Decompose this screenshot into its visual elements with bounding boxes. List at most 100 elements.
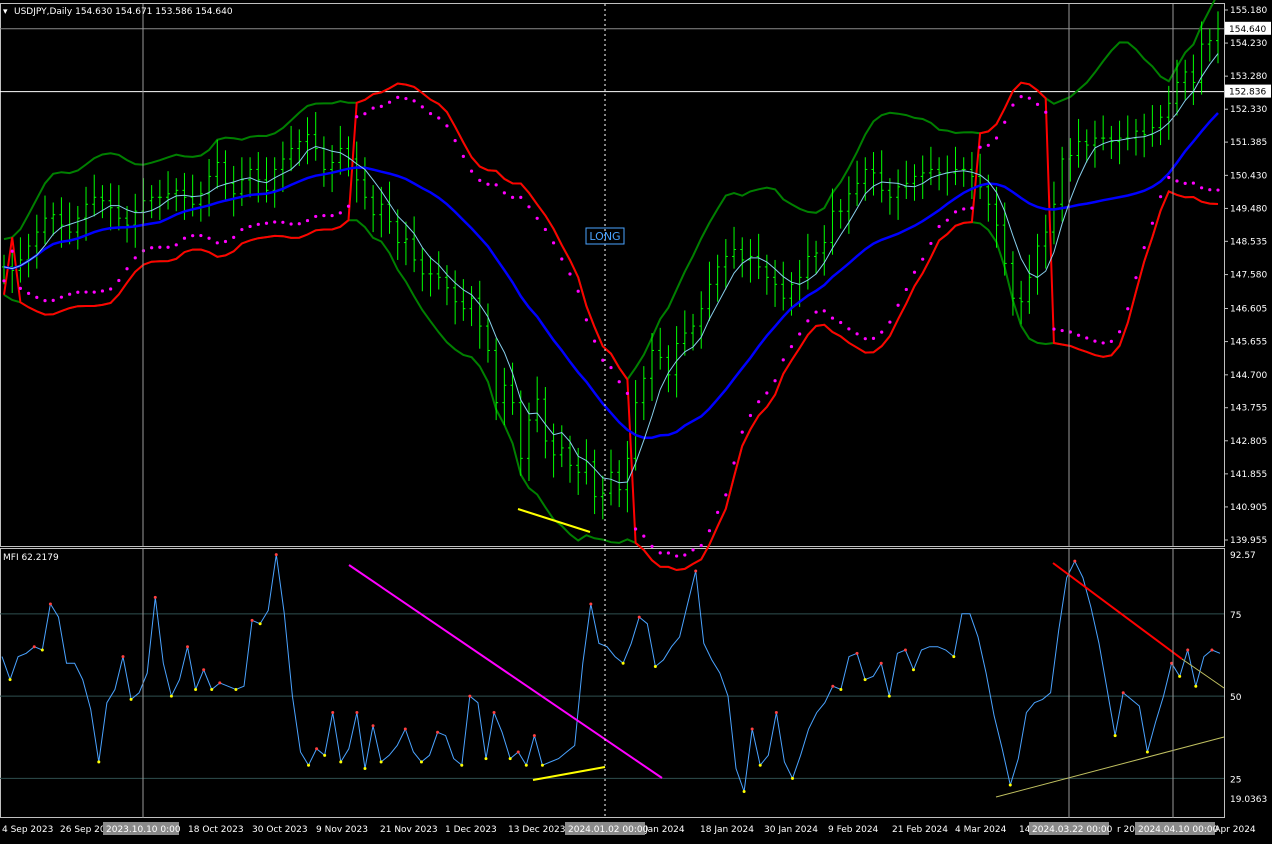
sar-dot — [1142, 245, 1146, 250]
sar-dot — [314, 214, 318, 219]
price-tick-label: 145.655 — [1230, 338, 1267, 348]
sar-dot — [371, 106, 375, 110]
sar-dot — [666, 551, 671, 555]
sar-dot — [1183, 181, 1187, 185]
price-tick-label: 146.605 — [1230, 305, 1267, 315]
sar-dot — [207, 236, 211, 240]
sar-dot — [847, 327, 851, 331]
sar-dot — [814, 310, 818, 314]
sar-dot — [830, 316, 835, 320]
x-tick-label: 30 Jan 2024 — [764, 825, 818, 835]
sar-dot — [1076, 333, 1081, 337]
sar-dot — [1191, 181, 1195, 185]
sar-dot — [904, 287, 908, 292]
mfi-peak — [250, 618, 254, 622]
sar-dot — [568, 272, 572, 276]
sar-dot — [76, 290, 80, 294]
mfi-header: MFI 62.2179 — [3, 553, 59, 563]
mfi-peak — [48, 602, 52, 606]
price-label: 154.640 — [1229, 25, 1266, 35]
sar-dot — [707, 529, 712, 533]
sar-dot — [921, 257, 925, 261]
mfi-peak — [774, 711, 778, 715]
sar-dot — [502, 191, 506, 195]
mfi-trough — [911, 668, 915, 672]
mfi-peak — [218, 681, 222, 685]
sar-dot — [1199, 186, 1204, 190]
mfi-trough — [1145, 750, 1149, 754]
sar-dot — [986, 143, 990, 147]
sar-dot — [461, 154, 465, 159]
sar-dot — [92, 290, 96, 294]
sar-dot — [453, 139, 457, 143]
sar-dot — [757, 400, 761, 404]
crosshair-date-label: 2024.01.02 00:00 — [568, 825, 649, 835]
sar-dot — [1085, 336, 1089, 340]
sar-dot — [125, 267, 129, 271]
mfi-trough — [258, 622, 262, 626]
sar-dot — [592, 339, 597, 343]
mfi-peak — [1210, 648, 1214, 652]
sar-dot — [478, 178, 482, 182]
mfi-trough — [653, 664, 657, 668]
x-tick-label: Jan 2024 — [644, 825, 685, 835]
price-tick-label: 140.905 — [1230, 503, 1267, 513]
sar-dot — [379, 104, 383, 108]
sar-dot — [994, 136, 999, 140]
sar-dot — [880, 330, 884, 334]
sar-dot — [330, 213, 334, 218]
mfi-trough — [790, 776, 794, 780]
mfi-tick-label: 92.57 — [1230, 551, 1256, 561]
price-tick-label: 152.330 — [1230, 105, 1267, 115]
mfi-trough — [484, 757, 488, 761]
sar-dot — [765, 391, 769, 395]
sar-dot — [387, 100, 392, 104]
mfi-trough — [210, 688, 214, 692]
sar-dot — [871, 336, 876, 341]
price-tick-label: 142.805 — [1230, 437, 1267, 447]
price-tick-label: 139.955 — [1230, 536, 1267, 546]
sar-dot — [10, 249, 14, 253]
sar-dot — [109, 287, 113, 291]
mfi-trough — [129, 697, 133, 701]
mfi-tick-label: 75 — [1230, 611, 1241, 621]
sar-dot — [1035, 102, 1040, 106]
price-header-arrow: ▾ — [3, 7, 8, 17]
mfi-trough — [40, 648, 44, 652]
sar-dot — [822, 309, 826, 313]
sar-dot — [305, 218, 310, 223]
chart-canvas[interactable]: 155.180 154.230 153.280 152.330 151.385 150.4… — [0, 0, 1272, 844]
sar-dot — [609, 365, 613, 370]
mfi-peak — [750, 727, 754, 731]
mfi-tick-label: 50 — [1230, 693, 1242, 703]
mfi-trough — [379, 760, 383, 764]
price-tick-label: 155.180 — [1230, 6, 1267, 16]
sar-dot — [1044, 110, 1048, 114]
sar-dot — [494, 183, 498, 187]
mfi-peak — [516, 750, 520, 754]
mfi-peak — [694, 569, 698, 573]
sar-dot — [699, 543, 703, 548]
sar-dot — [617, 380, 621, 384]
sar-dot — [806, 319, 810, 323]
mfi-trough — [194, 688, 198, 692]
sar-dot — [970, 206, 974, 210]
sar-dot — [945, 218, 949, 222]
sar-dot — [1060, 328, 1064, 333]
mfi-peak — [315, 747, 319, 751]
sar-dot — [1126, 307, 1130, 311]
crosshair-date-label: 2023.10.10 0:00 — [106, 825, 181, 835]
long-label: LONG — [589, 230, 620, 243]
mfi-trough — [234, 688, 238, 692]
x-tick-label: 18 Jan 2024 — [700, 825, 754, 835]
sar-dot — [486, 182, 490, 186]
sar-dot — [396, 95, 400, 99]
mfi-peak — [202, 668, 206, 672]
sar-dot — [158, 245, 162, 249]
x-tick-label: 21 Nov 2023 — [380, 825, 438, 835]
mfi-peak — [831, 684, 835, 688]
sar-dot — [428, 111, 433, 116]
sar-dot — [322, 213, 326, 218]
sar-dot — [601, 358, 605, 362]
mfi-trough — [863, 678, 867, 682]
